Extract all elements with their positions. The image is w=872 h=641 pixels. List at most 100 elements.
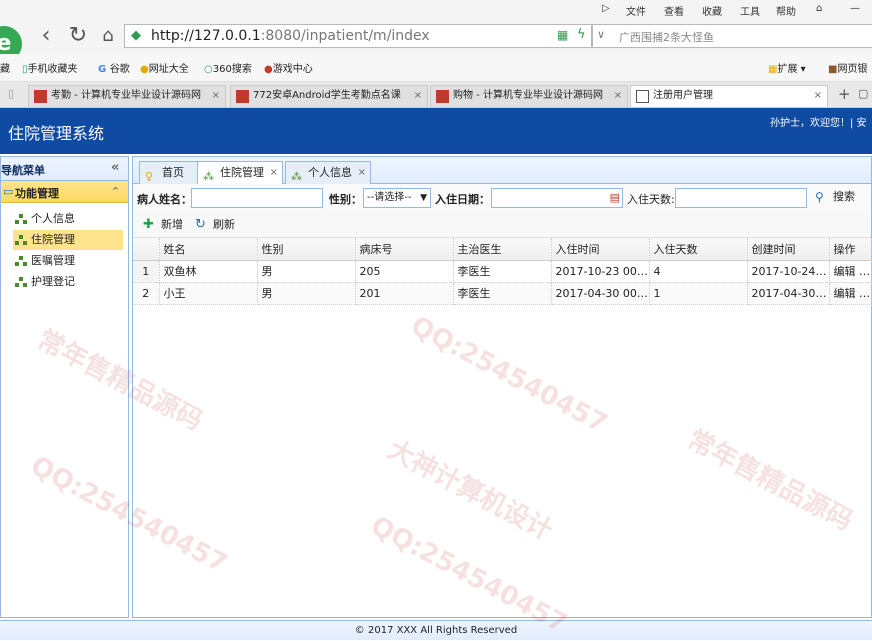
- tree-icon: [15, 235, 27, 245]
- bookmark-favorites[interactable]: 藏: [0, 60, 10, 75]
- bookmark-google[interactable]: G 谷歌: [98, 60, 130, 75]
- cell-days: 4: [649, 260, 748, 283]
- table-row[interactable]: 1 双鱼林 男 205 李医生 2017-10-23 00:... 4 2017…: [133, 260, 872, 283]
- welcome-text: 孙护士，欢迎您！| 安: [770, 118, 867, 129]
- column-header[interactable]: 病床号: [355, 238, 454, 261]
- sidebar-item-label: 护理登记: [31, 275, 75, 288]
- google-icon: G: [98, 64, 110, 75]
- tree-icon: [15, 277, 27, 287]
- back-icon[interactable]: ‹: [34, 25, 58, 49]
- refresh-button[interactable]: ↻ 刷新: [195, 216, 235, 234]
- search-ring-icon: ○: [204, 64, 213, 75]
- search-box[interactable]: ∨ 广西围捕2条大怪鱼: [592, 24, 872, 48]
- play-icon[interactable]: ▷: [602, 3, 610, 14]
- lightning-icon[interactable]: ϟ: [577, 27, 586, 42]
- close-icon[interactable]: ×: [614, 86, 622, 106]
- menu-favorites[interactable]: 收藏: [702, 3, 722, 18]
- app-header: 住院管理系统 孙护士，欢迎您！| 安: [0, 108, 872, 154]
- home-icon[interactable]: ⌂: [96, 25, 120, 49]
- cell-created: 2017-10-24 ...: [747, 260, 830, 283]
- minimize-icon[interactable]: —: [850, 3, 860, 14]
- browser-tab[interactable]: 772安卓Android学生考勤点名课 ×: [230, 85, 428, 107]
- row-number: 1: [133, 260, 160, 283]
- grid-icon[interactable]: ▦: [557, 28, 568, 42]
- toolbar: ✚ 新增 ↻ 刷新: [133, 212, 871, 238]
- chart-favicon-icon: [636, 90, 649, 103]
- column-header[interactable]: 操作: [829, 238, 872, 261]
- address-bar[interactable]: ◆ http://127.0.0.1:8080/inpatient/m/inde…: [124, 24, 592, 48]
- admit-date-input[interactable]: ▤: [491, 188, 623, 208]
- chevron-down-icon[interactable]: ∨: [597, 28, 605, 41]
- tab-home[interactable]: ♀ 首页: [139, 161, 203, 184]
- column-header[interactable]: 入住天数: [649, 238, 748, 261]
- add-icon: ✚: [143, 217, 154, 232]
- collapse-icon[interactable]: «: [111, 160, 119, 175]
- cell-name: 双鱼林: [159, 260, 258, 283]
- edit-link[interactable]: 编辑 | ...: [829, 282, 872, 305]
- close-icon[interactable]: ×: [358, 162, 366, 183]
- tree-icon: [15, 214, 27, 224]
- menu-file[interactable]: 文件: [626, 3, 646, 18]
- close-icon[interactable]: ×: [414, 86, 422, 106]
- menu-view[interactable]: 查看: [664, 3, 684, 18]
- admit-days-input[interactable]: [675, 188, 807, 208]
- bookmark-extensions[interactable]: ▦扩展 ▾: [768, 60, 806, 75]
- menu-tools[interactable]: 工具: [740, 3, 760, 18]
- browser-tabstrip: ▯ 考勤 - 计算机专业毕业设计源码网 × 772安卓Android学生考勤点名课…: [0, 82, 872, 108]
- close-icon[interactable]: ×: [814, 86, 822, 106]
- sidebar-item-personal-info[interactable]: 个人信息: [13, 209, 123, 229]
- chevron-up-icon[interactable]: ⌃: [111, 185, 120, 198]
- restore-icon[interactable]: ▢: [858, 87, 868, 100]
- refresh-icon: ↻: [195, 217, 206, 232]
- reload-icon[interactable]: ↻: [66, 25, 90, 49]
- sidebar-item-nursing[interactable]: 护理登记: [13, 272, 123, 292]
- sidebar-item-inpatient[interactable]: 住院管理: [13, 230, 123, 250]
- add-button[interactable]: ✚ 新增: [143, 216, 183, 234]
- close-icon[interactable]: ×: [212, 86, 220, 106]
- browser-tab[interactable]: 购物 - 计算机专业毕业设计源码网 ×: [430, 85, 628, 107]
- column-header[interactable]: 创建时间: [747, 238, 830, 261]
- search-icon: ⚲: [815, 190, 824, 204]
- new-tab-icon[interactable]: +: [838, 85, 851, 103]
- main-panel: ♀ 首页 ⁂ 住院管理 × ⁂ 个人信息 × 病人姓名： 性别： --请选择-- ▼ 入住日…: [132, 156, 872, 618]
- column-header[interactable]: 姓名: [159, 238, 258, 261]
- shirt-icon[interactable]: ⌂: [816, 3, 822, 14]
- sidebar-item-label: 个人信息: [31, 212, 75, 225]
- patient-name-input[interactable]: [191, 188, 323, 208]
- table-row[interactable]: 2 小王 男 201 李医生 2017-04-30 00:... 1 2017-…: [133, 282, 872, 305]
- cell-bed: 201: [355, 282, 454, 305]
- sidebar-item-label: 医嘱管理: [31, 254, 75, 267]
- bookmark-mobile[interactable]: ▯手机收藏夹: [22, 60, 78, 75]
- search-button[interactable]: ⚲ 搜索: [815, 188, 855, 206]
- table-header-row: 姓名 性别 病床号 主治医生 入住时间 入住天数 创建时间 操作: [133, 238, 872, 261]
- menu-help[interactable]: 帮助: [776, 3, 796, 18]
- app-title: 住院管理系统: [8, 124, 105, 143]
- calendar-icon[interactable]: ▤: [610, 189, 620, 207]
- cell-gender: 男: [257, 260, 356, 283]
- gender-select[interactable]: --请选择-- ▼: [363, 188, 431, 208]
- cell-admit-time: 2017-04-30 00:...: [551, 282, 650, 305]
- column-header[interactable]: 主治医生: [453, 238, 552, 261]
- menu-group-title: 功能管理: [15, 187, 59, 200]
- sidebar-item-orders[interactable]: 医嘱管理: [13, 251, 123, 271]
- edit-link[interactable]: 编辑 | ...: [829, 260, 872, 283]
- menu-group-header[interactable]: ▭ 功能管理 ⌃: [1, 181, 128, 203]
- tab-personal-info[interactable]: ⁂ 个人信息 ×: [285, 161, 371, 184]
- tree-icon: [15, 256, 27, 266]
- sidebar: 导航菜单 « ▭ 功能管理 ⌃ 个人信息 住院管理 医嘱管理 护理登记: [0, 156, 129, 618]
- tab-inpatient[interactable]: ⁂ 住院管理 ×: [197, 161, 283, 185]
- cell-days: 1: [649, 282, 748, 305]
- globe-icon: ●: [140, 64, 149, 75]
- column-header[interactable]: 性别: [257, 238, 356, 261]
- cell-doctor: 李医生: [453, 260, 552, 283]
- bookmark-games[interactable]: ●游戏中心: [264, 60, 313, 75]
- close-icon[interactable]: ×: [270, 162, 278, 183]
- browser-tab-active[interactable]: 注册用户管理 ×: [630, 85, 828, 107]
- bookmark-webbank[interactable]: ■网页银: [828, 60, 867, 75]
- admit-days-label: 入住天数:: [627, 193, 675, 206]
- bookmark-360search[interactable]: ○360搜索: [204, 60, 252, 75]
- sidebar-toggle-icon[interactable]: ▯: [8, 87, 14, 100]
- browser-tab[interactable]: 考勤 - 计算机专业毕业设计源码网 ×: [28, 85, 226, 107]
- column-header[interactable]: 入住时间: [551, 238, 650, 261]
- bookmark-hao123[interactable]: ●网址大全: [140, 60, 189, 75]
